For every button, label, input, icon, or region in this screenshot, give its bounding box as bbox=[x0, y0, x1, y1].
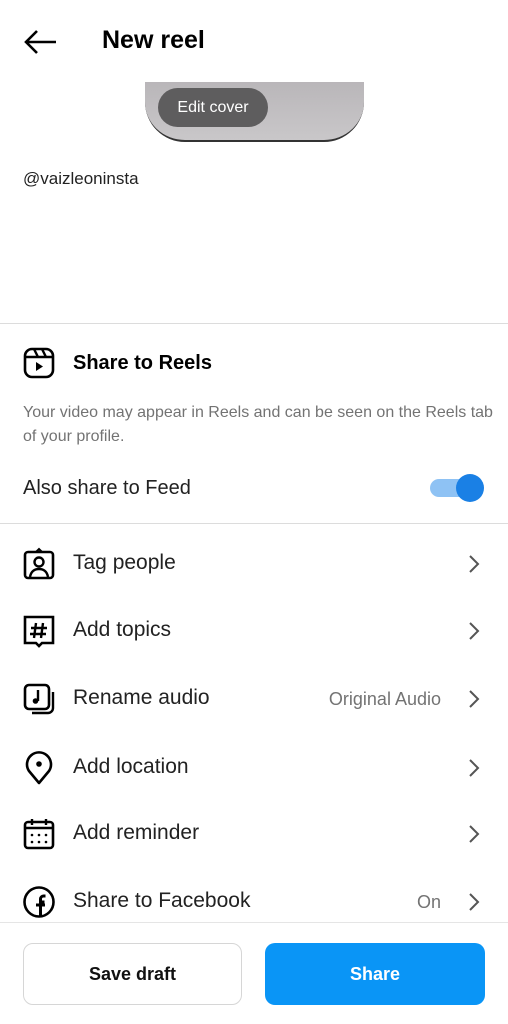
option-add-topics[interactable]: Add topics bbox=[0, 600, 508, 660]
caption-input[interactable]: @vaizleoninsta bbox=[23, 169, 139, 189]
reels-icon bbox=[23, 347, 55, 379]
divider bbox=[0, 523, 508, 524]
hashtag-icon bbox=[23, 615, 55, 648]
location-pin-icon bbox=[25, 751, 53, 785]
also-share-feed-label: Also share to Feed bbox=[23, 477, 191, 499]
chevron-right-icon bbox=[469, 825, 480, 843]
footer: Save draft Share bbox=[0, 922, 508, 1024]
chevron-right-icon bbox=[469, 759, 480, 777]
share-button[interactable]: Share bbox=[265, 943, 485, 1005]
option-label: Add location bbox=[73, 755, 189, 778]
chevron-right-icon bbox=[469, 893, 480, 911]
option-value: Original Audio bbox=[328, 689, 441, 709]
tag-people-icon bbox=[23, 547, 55, 580]
share-to-reels-title: Share to Reels bbox=[73, 352, 212, 374]
option-label: Share to Facebook bbox=[73, 889, 251, 912]
option-label: Add reminder bbox=[73, 821, 200, 844]
audio-icon bbox=[23, 683, 55, 715]
edit-cover-button[interactable]: Edit cover bbox=[158, 88, 268, 127]
chevron-right-icon bbox=[469, 622, 480, 640]
divider bbox=[0, 323, 508, 324]
option-tag-people[interactable]: Tag people bbox=[0, 533, 508, 593]
option-add-reminder[interactable]: Add reminder bbox=[0, 803, 508, 863]
calendar-icon bbox=[23, 819, 55, 850]
chevron-right-icon bbox=[469, 555, 480, 573]
chevron-right-icon bbox=[469, 690, 480, 708]
save-draft-button[interactable]: Save draft bbox=[23, 943, 242, 1005]
page-title: New reel bbox=[102, 26, 205, 54]
facebook-icon bbox=[23, 886, 55, 918]
share-to-feed-toggle[interactable] bbox=[430, 474, 484, 502]
option-label: Add topics bbox=[73, 618, 172, 641]
option-add-location[interactable]: Add location bbox=[0, 737, 508, 797]
option-value: On bbox=[416, 892, 441, 912]
option-rename-audio[interactable]: Rename audio Original Audio bbox=[0, 668, 508, 728]
header: New reel bbox=[0, 0, 508, 82]
option-label: Tag people bbox=[73, 551, 176, 574]
reels-description: Your video may appear in Reels and can b… bbox=[23, 404, 493, 445]
option-label: Rename audio bbox=[73, 686, 210, 709]
back-arrow-icon[interactable] bbox=[22, 28, 58, 56]
cover-preview[interactable]: Edit cover bbox=[145, 82, 364, 142]
